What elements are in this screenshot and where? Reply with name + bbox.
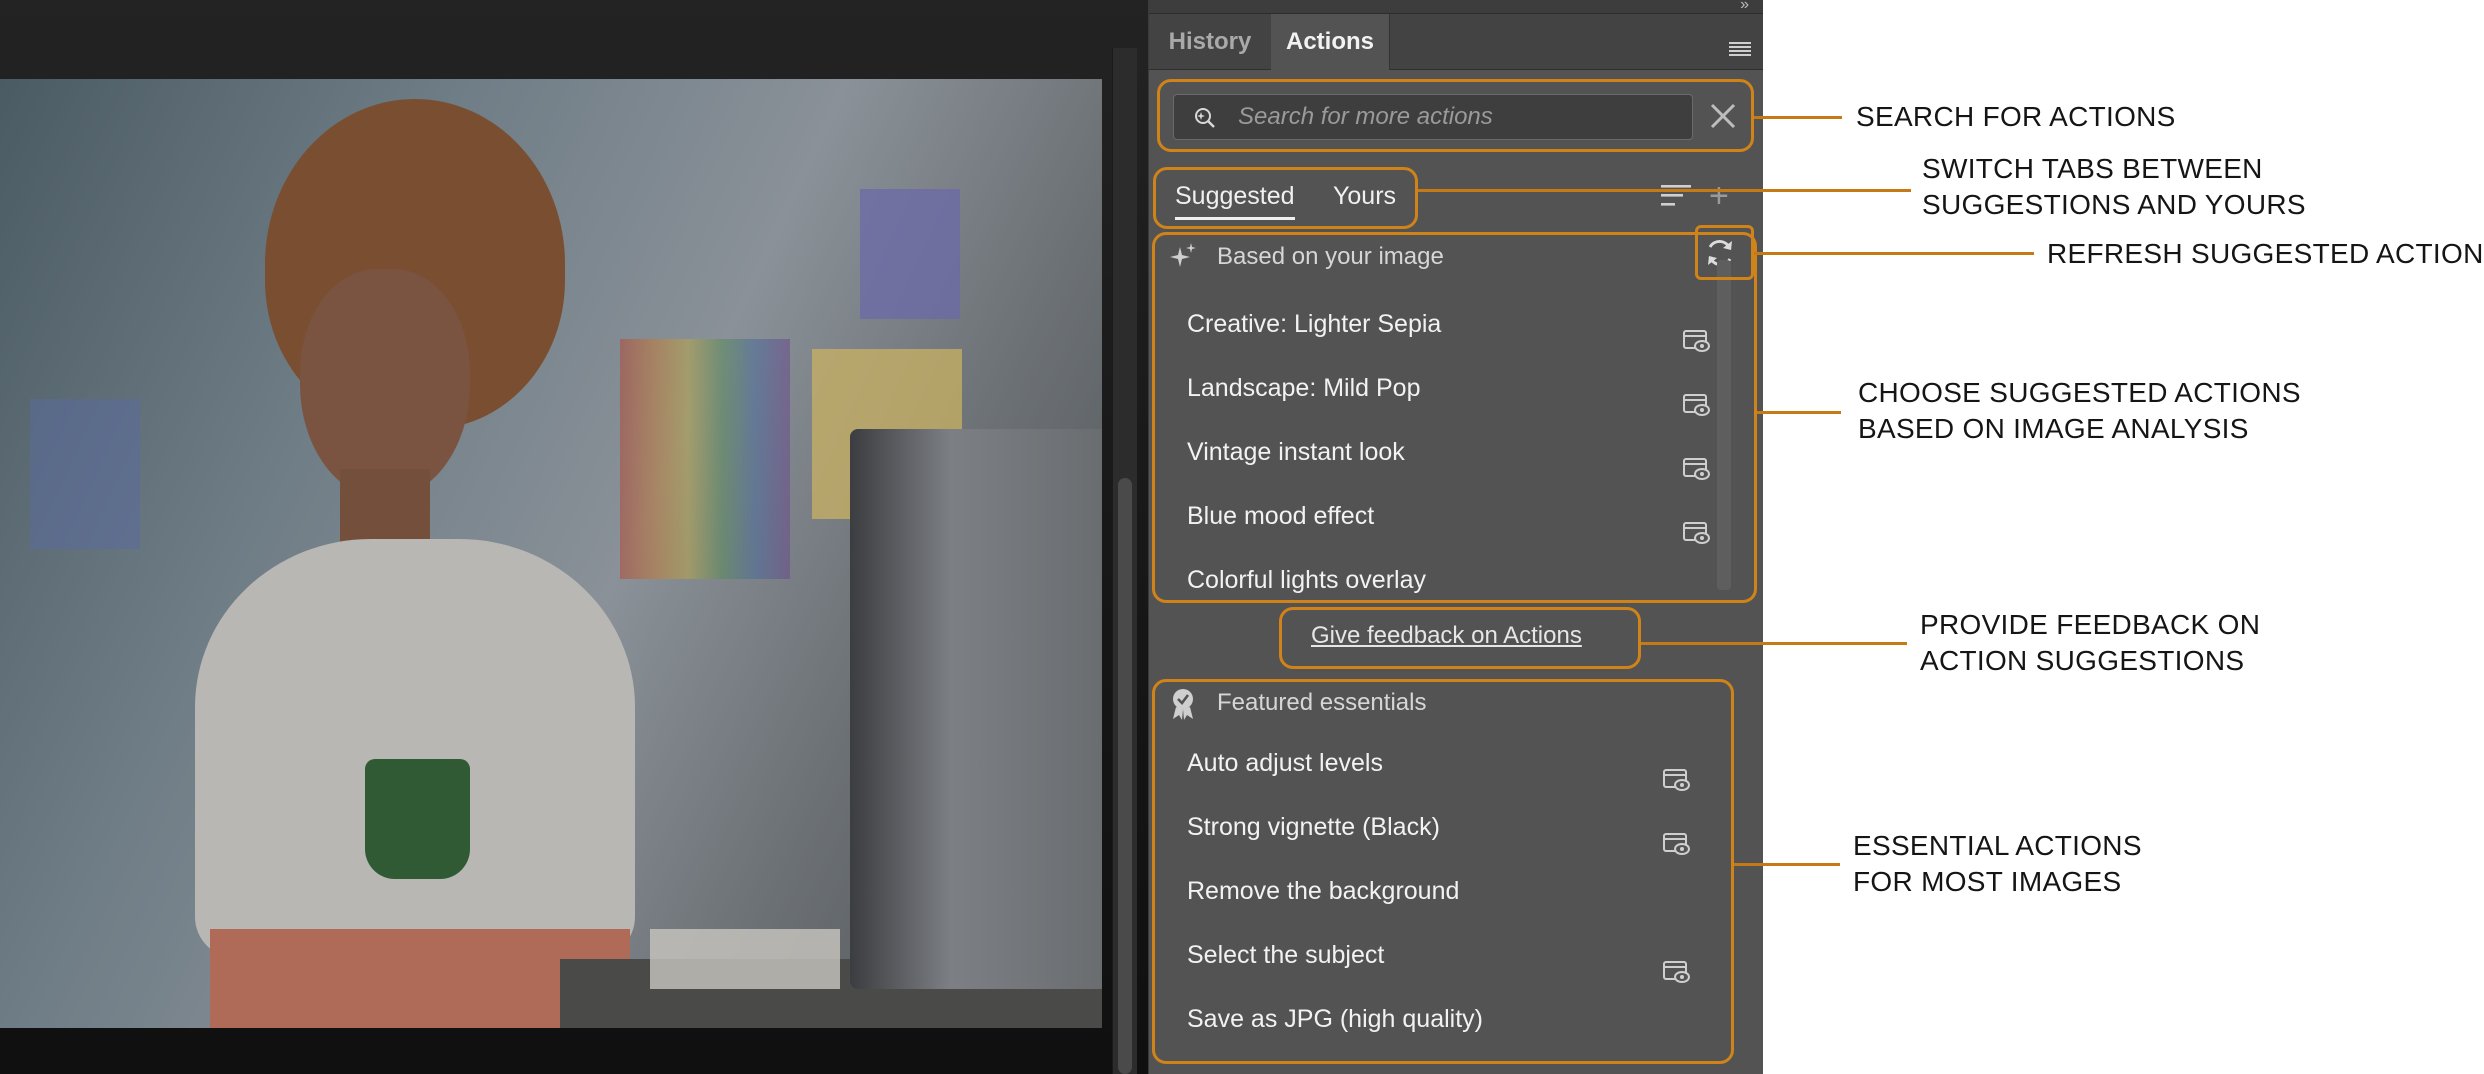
leader-search bbox=[1754, 116, 1842, 119]
highlight-feedback bbox=[1279, 607, 1641, 669]
callout-line: SUGGESTIONS AND YOURS bbox=[1922, 189, 2306, 220]
sort-icon[interactable] bbox=[1661, 183, 1693, 214]
document-scrollbar[interactable] bbox=[1112, 48, 1137, 1074]
leader-subtabs bbox=[1418, 189, 1911, 192]
photo-color-swatches bbox=[620, 339, 790, 579]
collapse-panel-icon[interactable]: » bbox=[1740, 0, 1749, 14]
leader-refresh bbox=[1754, 252, 2034, 255]
callout-line: SWITCH TABS BETWEEN bbox=[1922, 153, 2263, 184]
leader-feedback bbox=[1641, 642, 1907, 645]
photo-monitor bbox=[850, 429, 1102, 989]
photo-poster-left bbox=[30, 399, 140, 549]
highlight-search bbox=[1157, 79, 1754, 152]
callout-line: CHOOSE SUGGESTED ACTIONS bbox=[1858, 377, 2301, 408]
callout-line: ESSENTIAL ACTIONS bbox=[1853, 830, 2142, 861]
callout-line: REFRESH SUGGESTED ACTIONS bbox=[2047, 238, 2484, 269]
callout-line: FOR MOST IMAGES bbox=[1853, 866, 2122, 897]
tab-history[interactable]: History bbox=[1149, 14, 1272, 69]
callout-subtabs: SWITCH TABS BETWEEN SUGGESTIONS AND YOUR… bbox=[1922, 151, 2306, 223]
callout-line: BASED ON IMAGE ANALYSIS bbox=[1858, 413, 2249, 444]
callout-line: ACTION SUGGESTIONS bbox=[1920, 645, 2245, 676]
leader-suggested bbox=[1757, 411, 1841, 414]
photo-poster-purple bbox=[860, 189, 960, 319]
photo-mug bbox=[365, 759, 470, 879]
photo-shirt bbox=[195, 539, 635, 959]
callout-feedback: PROVIDE FEEDBACK ON ACTION SUGGESTIONS bbox=[1920, 607, 2260, 679]
panel-menu-icon[interactable] bbox=[1729, 42, 1751, 58]
callout-suggested: CHOOSE SUGGESTED ACTIONS BASED ON IMAGE … bbox=[1858, 375, 2301, 447]
photo-face bbox=[300, 269, 470, 499]
callout-essentials: ESSENTIAL ACTIONS FOR MOST IMAGES bbox=[1853, 828, 2142, 900]
document-photo bbox=[0, 79, 1102, 1028]
callout-refresh: REFRESH SUGGESTED ACTIONS bbox=[2047, 236, 2484, 272]
highlight-suggested bbox=[1152, 232, 1757, 603]
photo-books bbox=[650, 929, 840, 989]
callout-line: SEARCH FOR ACTIONS bbox=[1856, 101, 2176, 132]
tab-actions[interactable]: Actions bbox=[1271, 14, 1390, 70]
leader-essentials bbox=[1734, 863, 1840, 866]
panel-top-strip: » bbox=[1149, 0, 1763, 14]
callout-line: PROVIDE FEEDBACK ON bbox=[1920, 609, 2261, 640]
highlight-subtabs bbox=[1153, 167, 1418, 229]
callout-search: SEARCH FOR ACTIONS bbox=[1856, 99, 2176, 135]
document-canvas bbox=[0, 0, 1148, 1074]
document-scroll-thumb[interactable] bbox=[1118, 478, 1132, 1074]
panel-tab-bar: History Actions bbox=[1149, 14, 1763, 70]
highlight-essentials bbox=[1152, 679, 1734, 1064]
plus-icon[interactable]: + bbox=[1709, 179, 1729, 213]
